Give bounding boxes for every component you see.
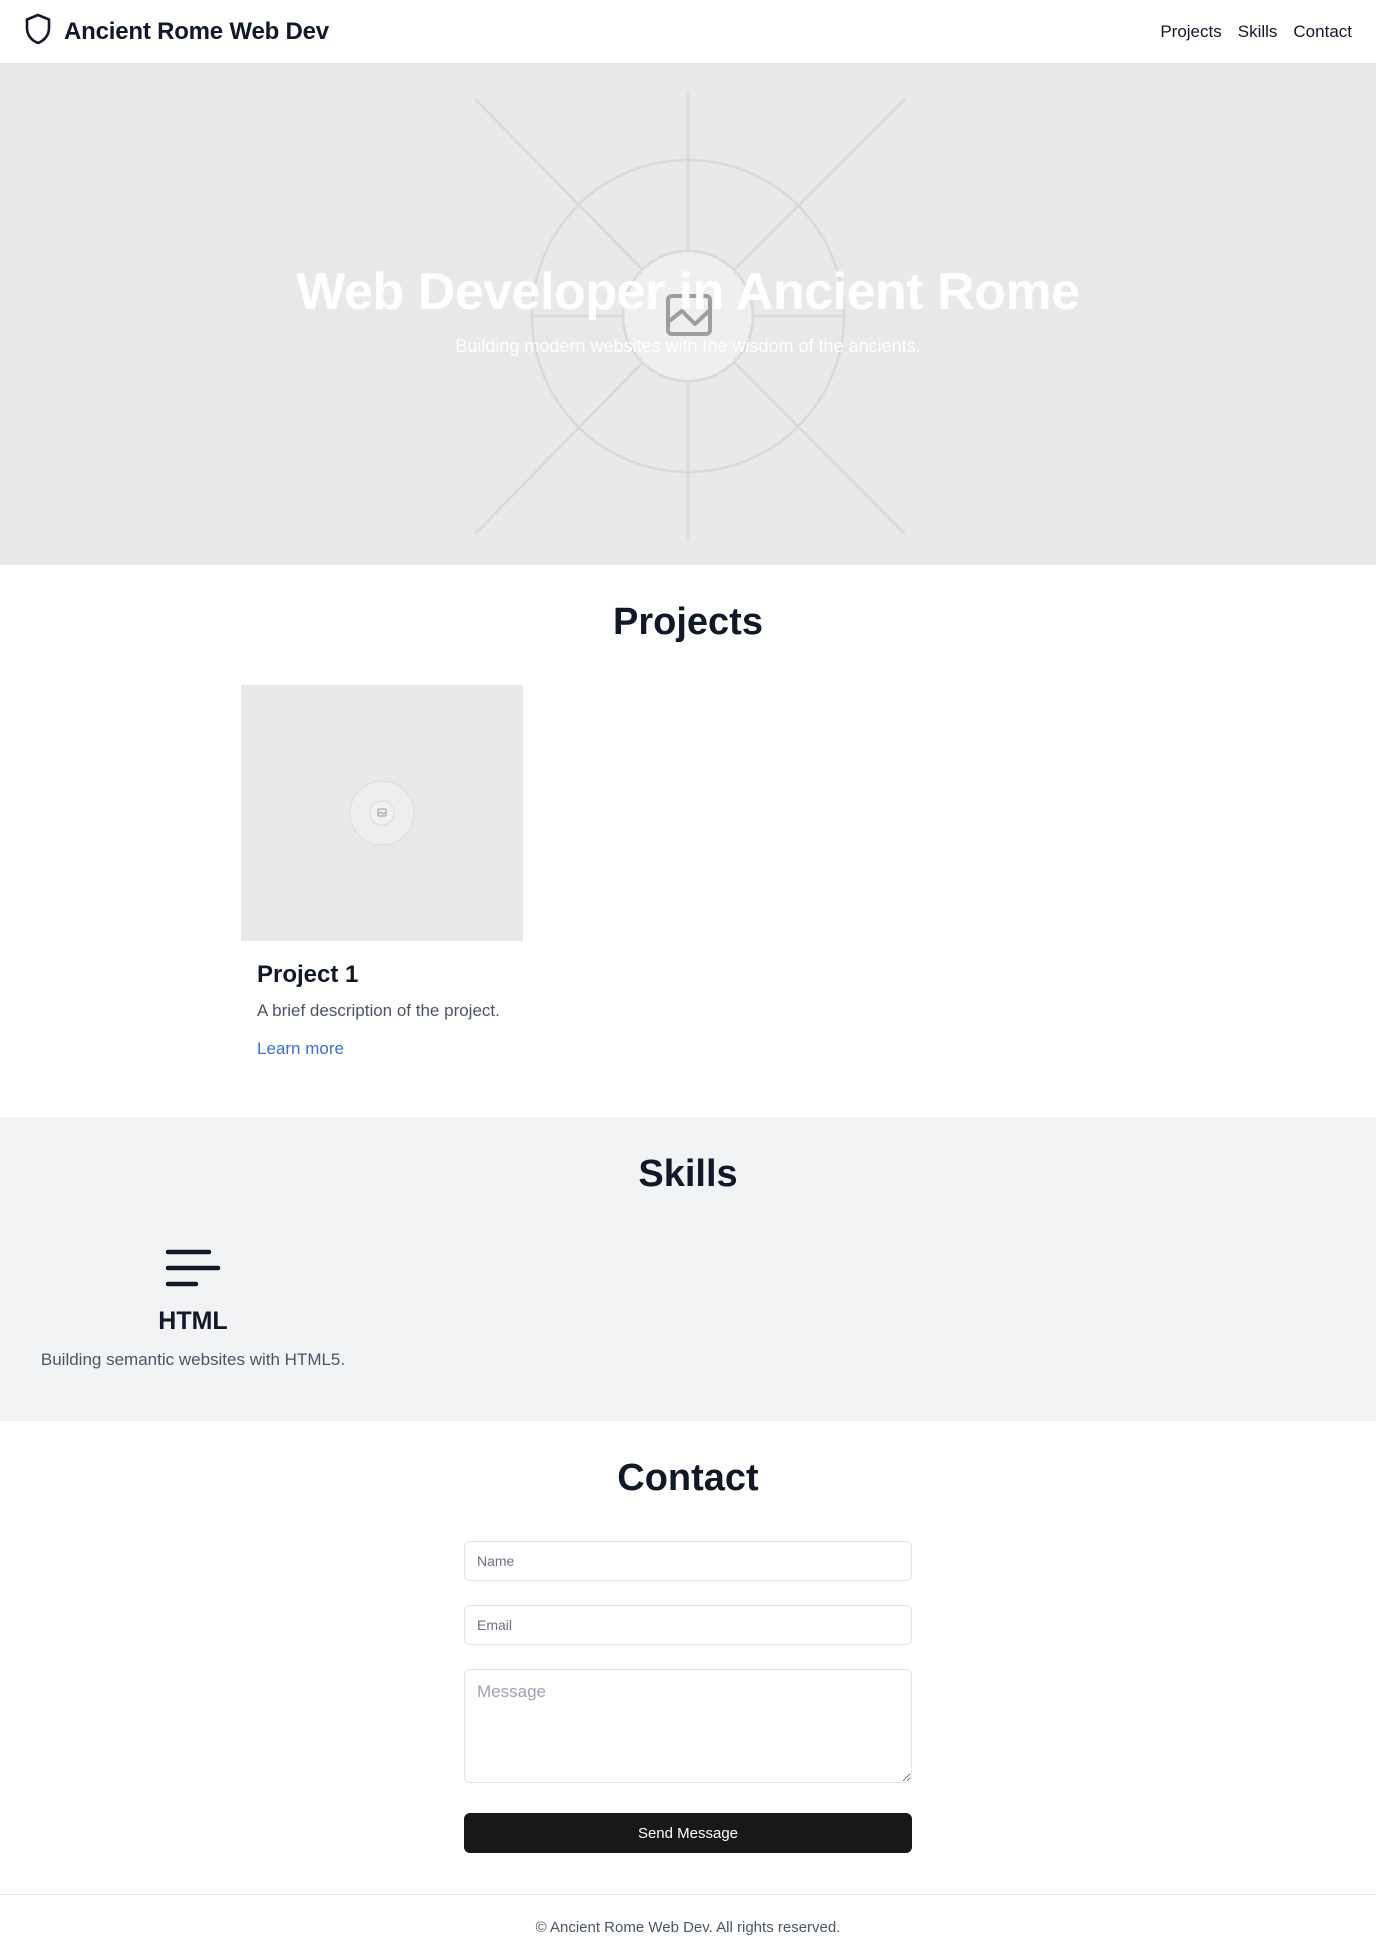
project-card-body: Project 1 A brief description of the pro… bbox=[241, 941, 523, 1075]
message-textarea[interactable] bbox=[464, 1669, 912, 1783]
skill-title: HTML bbox=[158, 1307, 228, 1335]
project-image-placeholder bbox=[241, 685, 523, 941]
contact-title: Contact bbox=[617, 1457, 759, 1499]
main-nav: Projects Skills Contact bbox=[1160, 22, 1352, 42]
hero-title: Web Developer in Ancient Rome bbox=[296, 263, 1081, 321]
send-message-button[interactable]: Send Message bbox=[464, 1813, 912, 1853]
nav-link-contact[interactable]: Contact bbox=[1293, 22, 1352, 42]
project-title: Project 1 bbox=[257, 961, 359, 988]
project-description: A brief description of the project. bbox=[257, 1001, 500, 1020]
skill-card: HTML Building semantic websites with HTM… bbox=[24, 1247, 362, 1370]
nav-link-skills[interactable]: Skills bbox=[1238, 22, 1278, 42]
hero-subtitle: Building modern websites with the wisdom… bbox=[455, 336, 921, 356]
project-card: Project 1 A brief description of the pro… bbox=[241, 685, 523, 1075]
learn-more-link[interactable]: Learn more bbox=[257, 1039, 344, 1059]
skills-title: Skills bbox=[638, 1153, 738, 1195]
brand-link[interactable]: Ancient Rome Web Dev bbox=[24, 13, 329, 50]
projects-section: Projects Project 1 A brief description o… bbox=[0, 565, 1376, 1117]
email-input[interactable] bbox=[464, 1605, 912, 1645]
skills-section: Skills HTML Building semantic websites w… bbox=[0, 1117, 1376, 1421]
skill-description: Building semantic websites with HTML5. bbox=[40, 1350, 346, 1369]
contact-form: Send Message bbox=[464, 1541, 912, 1853]
site-footer: © Ancient Rome Web Dev. All rights reser… bbox=[0, 1894, 1376, 1957]
footer-copyright: © Ancient Rome Web Dev. All rights reser… bbox=[535, 1919, 841, 1936]
shield-icon bbox=[24, 13, 52, 50]
projects-title: Projects bbox=[613, 601, 763, 643]
brand-title: Ancient Rome Web Dev bbox=[64, 17, 329, 45]
align-left-icon bbox=[165, 1249, 221, 1287]
site-header: Ancient Rome Web Dev Projects Skills Con… bbox=[0, 0, 1376, 64]
name-input[interactable] bbox=[464, 1541, 912, 1581]
contact-section: Contact Send Message bbox=[0, 1421, 1376, 1894]
nav-link-projects[interactable]: Projects bbox=[1160, 22, 1221, 42]
hero-section: Web Developer in Ancient Rome Building m… bbox=[0, 64, 1376, 565]
